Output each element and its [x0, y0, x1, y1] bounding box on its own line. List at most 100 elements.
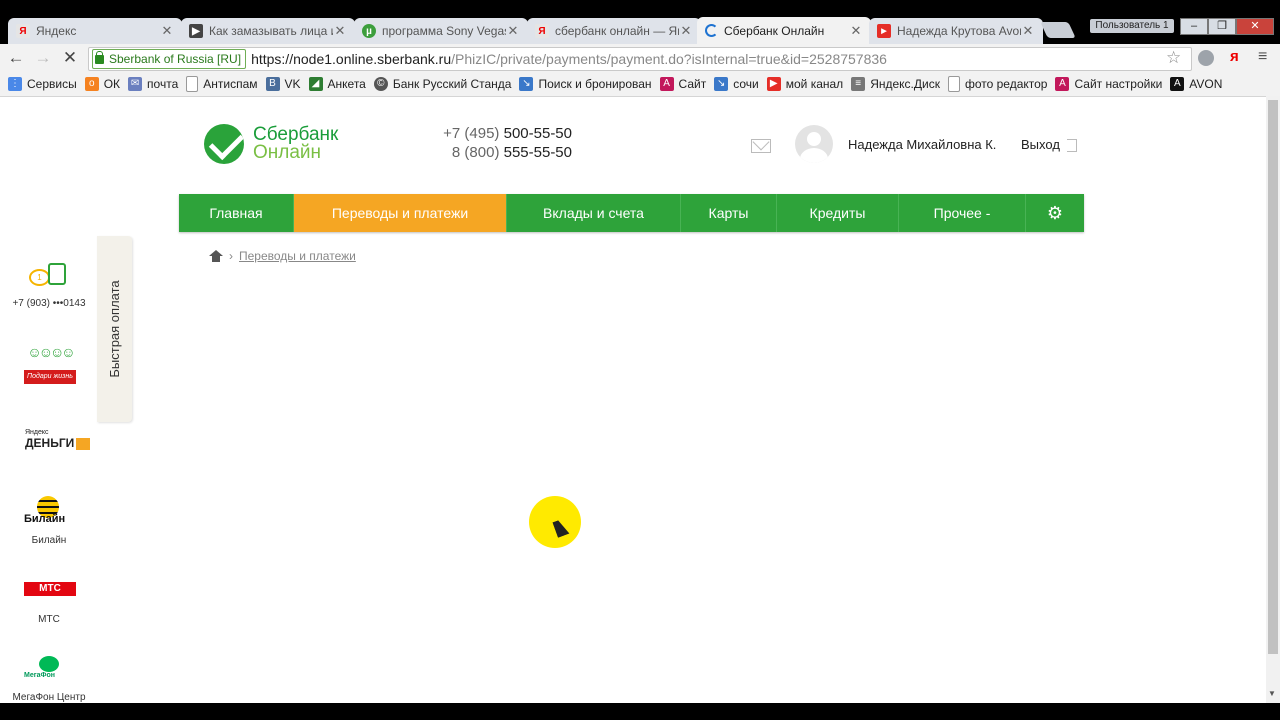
nav-item-other[interactable]: Прочее - [899, 194, 1026, 232]
bookmark-star-icon[interactable]: ☆ [1166, 48, 1181, 68]
bookmark-label: Сайт [678, 77, 707, 91]
bookmark-item[interactable]: © Банк Русский Станда [373, 77, 512, 91]
chevron-right-icon: › [229, 249, 233, 263]
bookmark-item[interactable]: ◢ Анкета [308, 77, 366, 91]
tab-title: Сбербанк Онлайн [724, 23, 825, 38]
browser-menu-icon[interactable]: ≡ [1258, 48, 1267, 66]
yandex-extension-icon[interactable]: я [1230, 48, 1239, 65]
close-tab-icon[interactable]: ✕ [160, 23, 174, 39]
bookmark-label: ОК [103, 77, 121, 91]
lock-icon [95, 50, 104, 64]
nav-item-deposits-accounts[interactable]: Вклады и счета [507, 194, 681, 232]
browser-tab[interactable]: ▶ Как замазывать лица и ✕ [181, 18, 355, 44]
ev-certificate-badge[interactable]: Sberbank of Russia [RU] [92, 49, 247, 69]
forward-arrow-icon[interactable]: → [33, 48, 53, 68]
close-tab-icon[interactable]: ✕ [506, 23, 520, 39]
mts-logo-text: МТС [39, 583, 61, 594]
close-window-button[interactable]: ✕ [1236, 18, 1274, 35]
bookmark-label: мой канал [785, 77, 844, 91]
browser-tab-active[interactable]: Сбербанк Онлайн ✕ [697, 17, 871, 44]
bookmark-item[interactable]: фото редактор [947, 76, 1048, 92]
settings-gear-icon[interactable]: ⚙ [1026, 194, 1084, 232]
bookmark-item[interactable]: ↘ Поиск и бронирован [519, 77, 652, 91]
loading-icon [705, 24, 718, 37]
close-tab-icon[interactable]: ✕ [849, 23, 863, 39]
url-path: /PhizIC/private/payments/payment.do?isIn… [451, 51, 887, 67]
browser-tab[interactable]: µ программа Sony Vegas ✕ [354, 18, 528, 44]
scroll-down-arrow-icon[interactable]: ▼ [1268, 689, 1276, 698]
page-icon [947, 76, 960, 92]
quick-pay-item[interactable]: ☺☺☺☺ Подари жизнь [0, 336, 98, 396]
bookmark-item[interactable]: A Сайт [659, 77, 707, 91]
phone-free: 8 (800) 555-55-50 [410, 143, 572, 162]
minimize-button[interactable]: – [1180, 18, 1208, 35]
browser-tab[interactable]: ▶ Надежда Крутова Avon ✕ [869, 18, 1043, 44]
back-arrow-icon[interactable]: ← [6, 48, 26, 68]
sberbank-online-logo[interactable]: Сбербанк Онлайн [204, 124, 338, 164]
nav-item-transfers-payments[interactable]: Переводы и платежи [294, 194, 507, 232]
close-tab-icon[interactable]: ✕ [1021, 23, 1035, 39]
pin-icon: ↘ [519, 77, 534, 91]
bookmark-item[interactable]: ▶ мой канал [766, 77, 844, 91]
bookmark-item[interactable]: о ОК [84, 77, 121, 91]
quick-pay-item[interactable]: 1 +7 (903) •••0143 [0, 236, 98, 316]
quick-pay-item[interactable]: Билайн Билайн [0, 486, 98, 546]
youtube-icon: ▶ [877, 24, 891, 38]
bookmark-label: VK [284, 77, 301, 91]
bookmark-label: Банк Русский Станда [392, 77, 512, 91]
quick-pay-tab[interactable]: Быстрая оплата [97, 236, 132, 422]
scrollbar-thumb[interactable] [1268, 100, 1278, 654]
url-host: https://node1.online.sberbank.ru [251, 51, 451, 67]
quick-pay-item[interactable]: МегаФон МегаФон Центр [0, 651, 98, 706]
youtube-icon: ▶ [766, 77, 781, 91]
contact-phones: +7 (495) 500-55-50 8 (800) 555-55-50 [410, 124, 572, 162]
bookmark-item[interactable]: В VK [265, 77, 301, 91]
bookmark-label: фото редактор [964, 77, 1048, 91]
avon-a-icon: A [659, 77, 674, 91]
close-tab-icon[interactable]: ✕ [333, 23, 347, 39]
mail-icon[interactable] [751, 139, 771, 153]
yandex-icon: Я [535, 24, 549, 38]
logout-icon[interactable] [1067, 139, 1077, 152]
breadcrumb-link[interactable]: Переводы и платежи [239, 249, 356, 263]
bookmark-item[interactable]: ✉ почта [128, 77, 178, 91]
profile-badge[interactable]: Пользователь 1 [1090, 19, 1174, 33]
bookmark-item[interactable]: ⋮ Сервисы [8, 77, 77, 91]
nav-item-loans[interactable]: Кредиты [777, 194, 899, 232]
bookmarks-bar: ⋮ Сервисы о ОК ✉ почта Антиспам В VK ◢ Анкета… [0, 72, 1280, 97]
nav-item-cards[interactable]: Карты [681, 194, 777, 232]
logout-link[interactable]: Выход [1021, 137, 1060, 152]
tab-title: программа Sony Vegas [382, 24, 506, 38]
avatar[interactable] [795, 125, 833, 163]
browser-tab[interactable]: Я сбербанк онлайн — Ян ✕ [527, 18, 701, 44]
quick-pay-item[interactable]: МТС МТС [0, 576, 98, 626]
globe-extension-icon[interactable] [1198, 50, 1214, 66]
quick-pay-label: МТС [38, 614, 60, 625]
close-tab-icon[interactable]: ✕ [679, 23, 693, 39]
user-name-link[interactable]: Надежда Михайловна К. [848, 137, 996, 152]
phone-payment-icon: 1 [29, 263, 73, 287]
stop-loading-icon[interactable]: ✕ [60, 48, 80, 68]
quick-pay-item[interactable]: Яндекс ДЕНЬГИ [0, 416, 98, 466]
bookmark-item[interactable]: A AVON [1170, 77, 1222, 91]
bookmark-item[interactable]: Антиспам [186, 76, 258, 92]
disk-icon: ≡ [851, 77, 866, 91]
bookmark-label: Антиспам [203, 77, 258, 91]
screen-bottom-edge [0, 703, 1280, 720]
new-tab-button[interactable] [1040, 22, 1076, 38]
nav-item-home[interactable]: Главная [179, 194, 294, 232]
pin-icon: ↘ [714, 77, 729, 91]
address-bar[interactable]: Sberbank of Russia [RU] https://node1.on… [88, 47, 1192, 71]
bookmark-item[interactable]: ≡ Яндекс.Диск [851, 77, 940, 91]
vk-icon: В [265, 77, 280, 91]
bookmark-item[interactable]: A Сайт настройки [1055, 77, 1162, 91]
bookmark-item[interactable]: ↘ сочи [714, 77, 759, 91]
phone-moscow: +7 (495) 500-55-50 [410, 124, 572, 143]
bookmark-label: Сайт настройки [1074, 77, 1163, 91]
browser-tab[interactable]: Я Яндекс ✕ [8, 18, 182, 44]
maximize-button[interactable]: ❐ [1208, 18, 1236, 35]
home-icon[interactable] [209, 250, 223, 262]
sberbank-logo-icon [204, 124, 244, 164]
url-scheme: https:// [251, 51, 294, 67]
tab-title: сбербанк онлайн — Ян [555, 24, 679, 38]
